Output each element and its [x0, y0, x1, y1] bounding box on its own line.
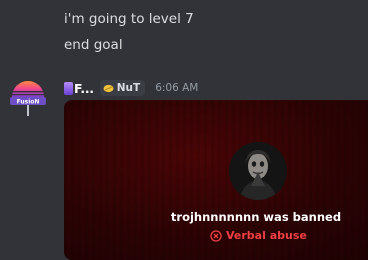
ban-message: trojhnnnnnnn was banned: [170, 210, 342, 224]
banned-user-avatar: [229, 142, 287, 200]
guild-tag-label: NuT: [116, 82, 141, 94]
author-name[interactable]: F...: [64, 81, 94, 96]
guild-tag[interactable]: NuT: [99, 80, 146, 96]
message-text-1: i'm going to level 7: [64, 11, 194, 27]
sunset-logo-icon: FusioN: [10, 81, 46, 116]
name-decoration-icon: [64, 81, 73, 95]
x-circle-icon: [210, 229, 222, 242]
leaf-icon: [103, 84, 114, 92]
message-text-2: end goal: [64, 37, 123, 53]
ban-reason-text: Verbal abuse: [226, 229, 307, 242]
message-header: F... NuT 6:06 AM: [64, 78, 198, 98]
masked-figure-icon: [229, 142, 287, 200]
author-avatar[interactable]: FusioN: [8, 77, 48, 117]
svg-text:FusioN: FusioN: [17, 99, 40, 106]
author-name-text: F...: [74, 80, 94, 96]
message-timestamp: 6:06 AM: [155, 82, 199, 94]
ban-embed-image[interactable]: trojhnnnnnnn was banned Verbal abuse: [64, 100, 368, 260]
ban-reason: Verbal abuse: [210, 229, 307, 242]
